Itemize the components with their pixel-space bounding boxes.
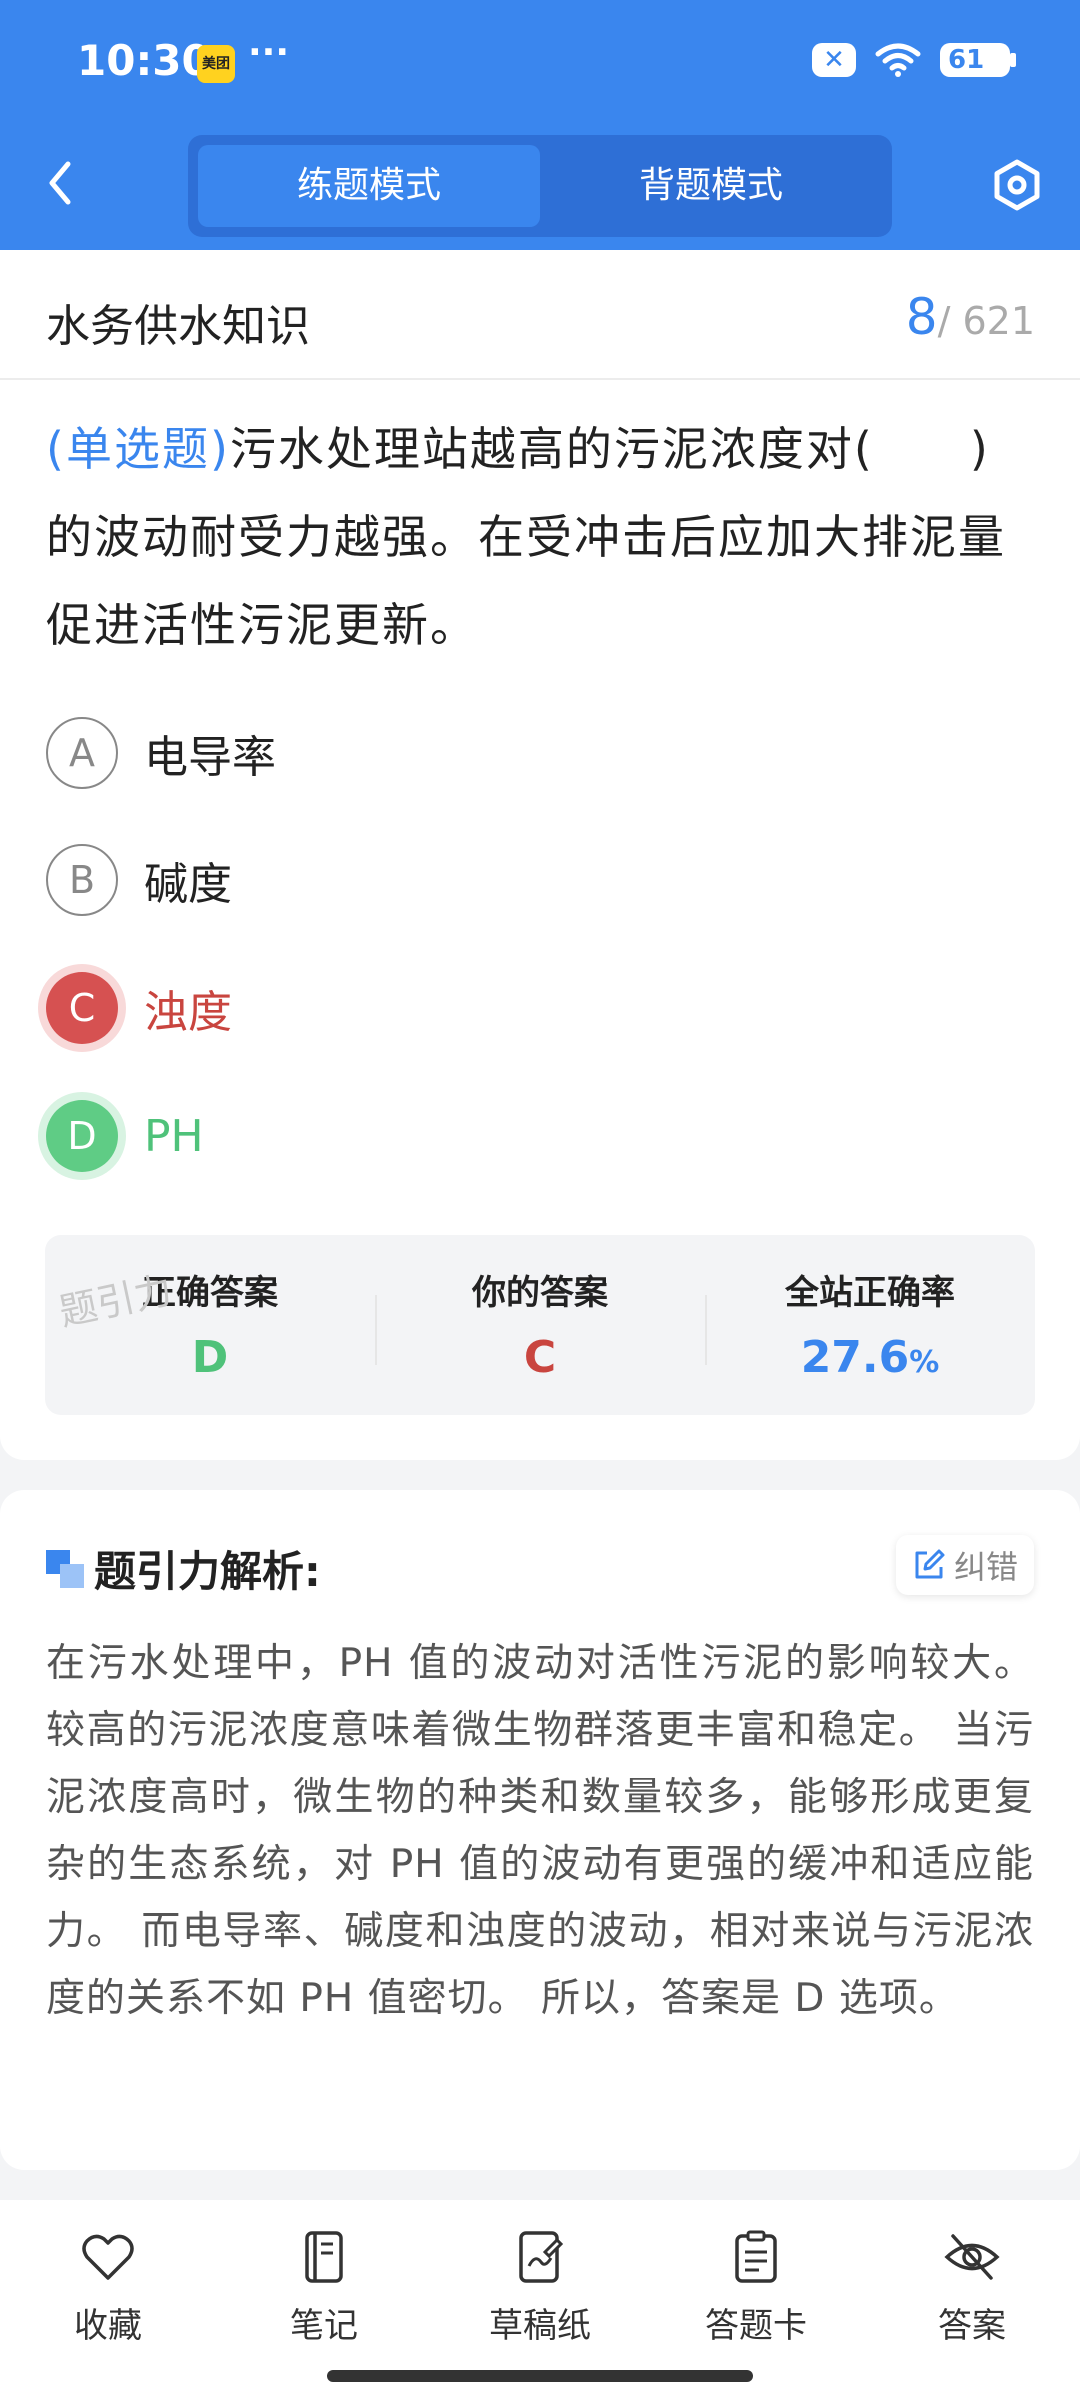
question-counter: 8/ 621 [906, 288, 1035, 346]
option-text: 电导率 [144, 732, 276, 783]
more-notifications-icon: ··· [248, 32, 290, 73]
mode-switch: 练题模式 背题模式 [188, 135, 892, 237]
your-answer-label: 你的答案 [472, 1273, 608, 1313]
show-answer-button[interactable]: 答案 [864, 2200, 1080, 2400]
your-answer: 你的答案 C [375, 1235, 705, 1415]
answer-card-icon [735, 2230, 777, 2283]
total-questions: / 621 [937, 299, 1035, 343]
analysis-title: 题引力解析: [94, 1547, 321, 1596]
answer-card-label: 答题卡 [705, 2306, 807, 2346]
accuracy-unit: % [909, 1345, 940, 1380]
option-letter: C [46, 972, 118, 1044]
tab-recite-mode[interactable]: 背题模式 [540, 145, 882, 227]
option-text: 碱度 [144, 859, 232, 910]
draft-label: 草稿纸 [489, 2306, 591, 2346]
back-icon[interactable] [40, 158, 80, 208]
eye-off-icon [944, 2234, 1000, 2280]
accuracy-number: 27.6 [800, 1332, 910, 1383]
correct-answer-value: D [191, 1332, 229, 1383]
app-header: 10:30 美团 ··· ✕ 61 练题模式 背题模式 [0, 0, 1080, 250]
wifi-icon [874, 42, 922, 78]
heart-icon [82, 2234, 134, 2280]
edit-icon [915, 1549, 945, 1579]
status-bar: 10:30 美团 ··· ✕ 61 [0, 0, 1080, 120]
draft-icon [519, 2231, 564, 2283]
report-error-label: 纠错 [953, 1548, 1018, 1586]
answer-result-panel: 正确答案 D 你的答案 C 全站正确率 27.6% [45, 1235, 1035, 1415]
site-accuracy: 全站正确率 27.6% [705, 1235, 1035, 1415]
question-text: (单选题)污水处理站越高的污泥浓度对( )的波动耐受力越强。在受冲击后应加大排泥… [46, 405, 1036, 669]
home-indicator[interactable] [327, 2370, 753, 2382]
question-title-bar: 水务供水知识 8/ 621 [0, 250, 1080, 380]
settings-icon[interactable] [990, 158, 1044, 212]
analysis-icon [46, 1550, 84, 1588]
option-a[interactable]: A 电导率 [46, 715, 946, 791]
current-question-number: 8 [905, 288, 938, 346]
no-signal-icon: ✕ [812, 43, 856, 77]
notes-label: 笔记 [290, 2306, 358, 2346]
analysis-card: 题引力解析: 纠错 在污水处理中，PH 值的波动对活性污泥的影响较大。较高的污泥… [0, 1490, 1080, 2170]
option-text: 浊度 [144, 987, 232, 1038]
battery-icon: 61 [940, 43, 1016, 77]
site-accuracy-label: 全站正确率 [785, 1273, 955, 1313]
question-category: 水务供水知识 [46, 301, 310, 352]
tab-practice-mode[interactable]: 练题模式 [198, 145, 540, 227]
question-card: 水务供水知识 8/ 621 (单选题)污水处理站越高的污泥浓度对( )的波动耐受… [0, 250, 1080, 1460]
status-icons: ✕ 61 [812, 42, 1016, 78]
site-accuracy-value: 27.6% [705, 1332, 1035, 1383]
favorite-button[interactable]: 收藏 [0, 2200, 216, 2400]
report-error-button[interactable]: 纠错 [895, 1535, 1034, 1595]
option-text: PH [144, 1110, 204, 1162]
analysis-text: 在污水处理中，PH 值的波动对活性污泥的影响较大。较高的污泥浓度意味着微生物群落… [46, 1641, 1034, 2021]
option-letter: B [46, 844, 118, 916]
option-c[interactable]: C 浊度 [46, 970, 946, 1046]
favorite-label: 收藏 [74, 2306, 142, 2346]
option-letter: D [46, 1100, 118, 1172]
option-d[interactable]: D PH [46, 1098, 946, 1174]
status-time: 10:30 [77, 36, 211, 85]
notebook-icon [305, 2231, 343, 2283]
option-b[interactable]: B 碱度 [46, 842, 946, 918]
meituan-app-icon: 美团 [197, 45, 235, 83]
question-type: (单选题) [46, 422, 230, 476]
show-answer-label: 答案 [938, 2306, 1006, 2346]
option-letter: A [46, 717, 118, 789]
your-answer-value: C [523, 1332, 557, 1383]
